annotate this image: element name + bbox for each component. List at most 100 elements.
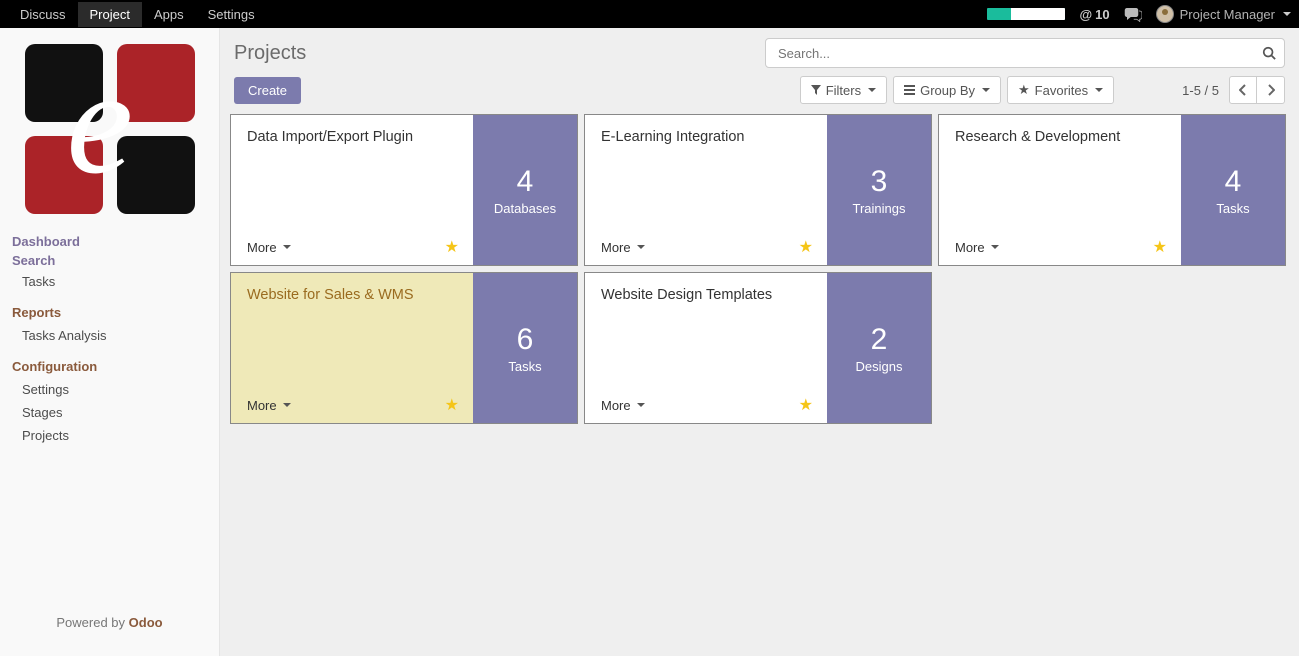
chevron-down-icon [991,245,999,249]
project-card[interactable]: E-Learning Integration More ★ 3 Training… [584,114,932,266]
at-icon: @ [1079,7,1092,22]
chevron-down-icon [637,245,645,249]
more-label: More [601,398,631,413]
more-label: More [601,240,631,255]
project-title[interactable]: Data Import/Export Plugin [247,129,459,145]
chevron-down-icon [283,245,291,249]
main-content: Projects Create Filters [220,28,1299,656]
project-count-panel[interactable]: 6 Tasks [473,273,577,423]
more-label: More [955,240,985,255]
filter-icon [811,85,821,95]
pager-cluster: 1-5 / 5 [1182,76,1285,104]
navbar-left: Discuss Project Apps Settings [8,2,267,27]
chevron-down-icon [1283,12,1291,16]
project-count-unit: Tasks [508,359,541,374]
project-title[interactable]: Website Design Templates [601,287,813,303]
sidebar-item-tasks-analysis[interactable]: Tasks Analysis [8,324,211,347]
project-cards: Data Import/Export Plugin More ★ 4 Datab… [220,114,1299,424]
project-count-unit: Tasks [1216,201,1249,216]
chat-icon[interactable] [1124,6,1142,22]
chevron-down-icon [637,403,645,407]
sidebar-footer: Powered by Odoo [6,609,213,636]
groupby-button[interactable]: Group By [893,76,1001,104]
sidebar-item-tasks[interactable]: Tasks [8,270,211,293]
star-icon[interactable]: ★ [799,395,813,415]
project-title[interactable]: E-Learning Integration [601,129,813,145]
search-box[interactable] [765,38,1285,68]
star-icon[interactable]: ★ [1153,237,1167,257]
project-title[interactable]: Website for Sales & WMS [247,287,459,303]
project-card-body: Website for Sales & WMS More ★ [231,273,473,423]
project-more-button[interactable]: More [601,240,645,255]
star-icon[interactable]: ★ [445,237,459,257]
chevron-down-icon [982,88,990,92]
sidebar-item-stages[interactable]: Stages [8,401,211,424]
sidebar-item-settings[interactable]: Settings [8,378,211,401]
sidebar-configuration[interactable]: Configuration [8,355,211,378]
project-card[interactable]: Data Import/Export Plugin More ★ 4 Datab… [230,114,578,266]
footer-brand[interactable]: Odoo [129,615,163,630]
project-count-unit: Databases [494,201,556,216]
nav-discuss[interactable]: Discuss [8,2,78,27]
project-count: 2 [871,323,888,357]
project-card[interactable]: Research & Development More ★ 4 Tasks [938,114,1286,266]
chevron-left-icon [1239,84,1247,96]
record-range: 1-5 / 5 [1182,83,1219,98]
navbar-right: @ 10 Project Manager [987,5,1291,23]
create-button[interactable]: Create [234,77,301,104]
nav-project[interactable]: Project [78,2,142,27]
project-more-button[interactable]: More [955,240,999,255]
sidebar-dashboard[interactable]: Dashboard [8,232,211,251]
star-icon[interactable]: ★ [799,237,813,257]
page-header: Projects [220,28,1299,74]
search-icon[interactable] [1262,46,1276,60]
filter-buttons: Filters Group By ★ Favorites [800,76,1114,104]
project-card[interactable]: Website Design Templates More ★ 2 Design… [584,272,932,424]
project-count-panel[interactable]: 4 Tasks [1181,115,1285,265]
chevron-right-icon [1267,84,1275,96]
project-count-panel[interactable]: 2 Designs [827,273,931,423]
project-title[interactable]: Research & Development [955,129,1167,145]
nav-apps[interactable]: Apps [142,2,196,27]
project-count-panel[interactable]: 3 Trainings [827,115,931,265]
project-card-body: E-Learning Integration More ★ [585,115,827,265]
star-icon[interactable]: ★ [445,395,459,415]
chevron-down-icon [1095,88,1103,92]
favorites-label: Favorites [1035,83,1088,98]
sidebar-item-projects[interactable]: Projects [8,424,211,447]
sidebar: e Dashboard Search Tasks Reports Tasks A… [0,28,220,656]
favorites-button[interactable]: ★ Favorites [1007,76,1114,104]
project-count: 4 [1225,165,1242,199]
filters-button[interactable]: Filters [800,76,887,104]
star-icon: ★ [1018,82,1030,98]
pager [1229,76,1285,104]
filters-label: Filters [826,83,861,98]
brand-logo: e [6,34,213,232]
project-card[interactable]: Website for Sales & WMS More ★ 6 Tasks [230,272,578,424]
pager-next-button[interactable] [1257,76,1285,104]
project-more-button[interactable]: More [247,398,291,413]
groupby-label: Group By [920,83,975,98]
mentions-counter[interactable]: @ 10 [1079,7,1109,22]
progress-indicator[interactable] [987,8,1065,20]
project-more-button[interactable]: More [247,240,291,255]
nav-settings[interactable]: Settings [196,2,267,27]
project-card-body: Research & Development More ★ [939,115,1181,265]
sidebar-search[interactable]: Search [8,251,211,270]
user-name-label: Project Manager [1180,7,1275,22]
chevron-down-icon [283,403,291,407]
project-more-button[interactable]: More [601,398,645,413]
search-input[interactable] [774,42,1262,65]
project-count: 4 [517,165,534,199]
project-count: 3 [871,165,888,199]
list-icon [904,85,915,95]
top-navbar: Discuss Project Apps Settings @ 10 Proje… [0,0,1299,28]
project-count-unit: Designs [856,359,903,374]
project-count-panel[interactable]: 4 Databases [473,115,577,265]
pager-prev-button[interactable] [1229,76,1257,104]
sidebar-reports[interactable]: Reports [8,301,211,324]
project-count-unit: Trainings [853,201,906,216]
page-title: Projects [234,42,306,65]
project-count: 6 [517,323,534,357]
user-menu[interactable]: Project Manager [1156,5,1291,23]
